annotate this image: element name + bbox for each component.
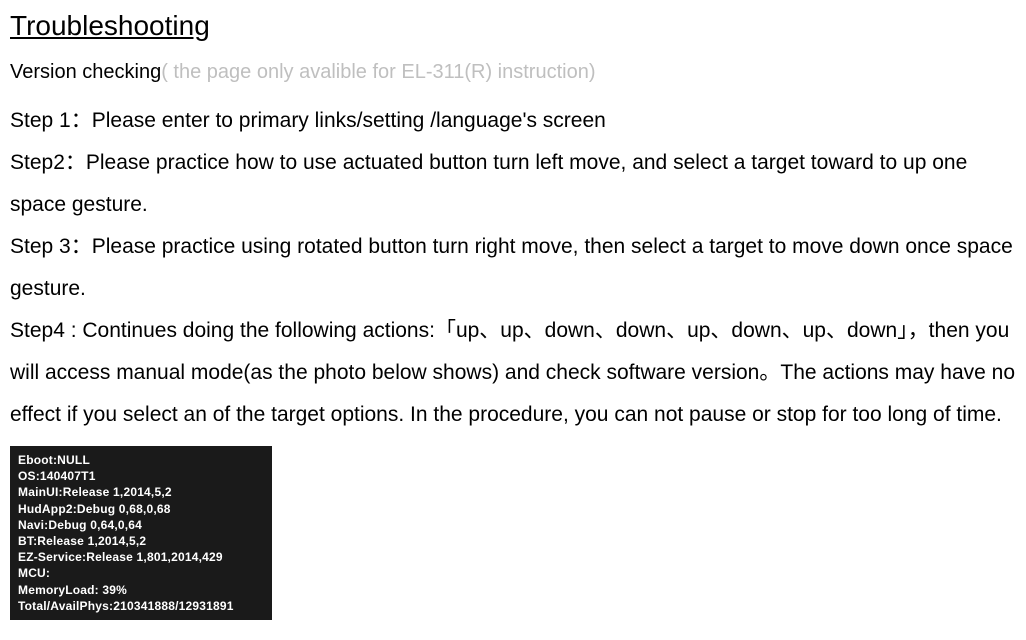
step-1: Step 1：Please enter to primary links/set… (10, 100, 1026, 142)
screenshot-line: OS:140407T1 (18, 468, 264, 484)
screenshot-line: EZ-Service:Release 1,801,2014,429 (18, 549, 264, 565)
screenshot-line: MemoryLoad: 39% (18, 582, 264, 598)
page-title: Troubleshooting (10, 10, 210, 43)
step-3: Step 3：Please practice using rotated but… (10, 226, 1026, 310)
version-note: ( the page only avalible for EL-311(R) i… (161, 61, 595, 83)
manual-mode-screenshot: Eboot:NULL OS:140407T1 MainUI:Release 1,… (10, 446, 272, 620)
screenshot-line: Eboot:NULL (18, 452, 264, 468)
step-2: Step2：Please practice how to use actuate… (10, 142, 1026, 226)
screenshot-line: HudApp2:Debug 0,68,0,68 (18, 501, 264, 517)
screenshot-line: Total/AvailPhys:210341888/12931891 (18, 598, 264, 614)
screenshot-line: BT:Release 1,2014,5,2 (18, 533, 264, 549)
screenshot-line: MCU: (18, 565, 264, 581)
step-4: Step4 : Continues doing the following ac… (10, 310, 1026, 436)
instruction-body: Step 1：Please enter to primary links/set… (10, 100, 1026, 436)
version-label: Version checking (10, 61, 161, 83)
screenshot-line: MainUI:Release 1,2014,5,2 (18, 484, 264, 500)
version-checking-line: Version checking( the page only avalible… (10, 61, 1026, 84)
screenshot-line: Navi:Debug 0,64,0,64 (18, 517, 264, 533)
